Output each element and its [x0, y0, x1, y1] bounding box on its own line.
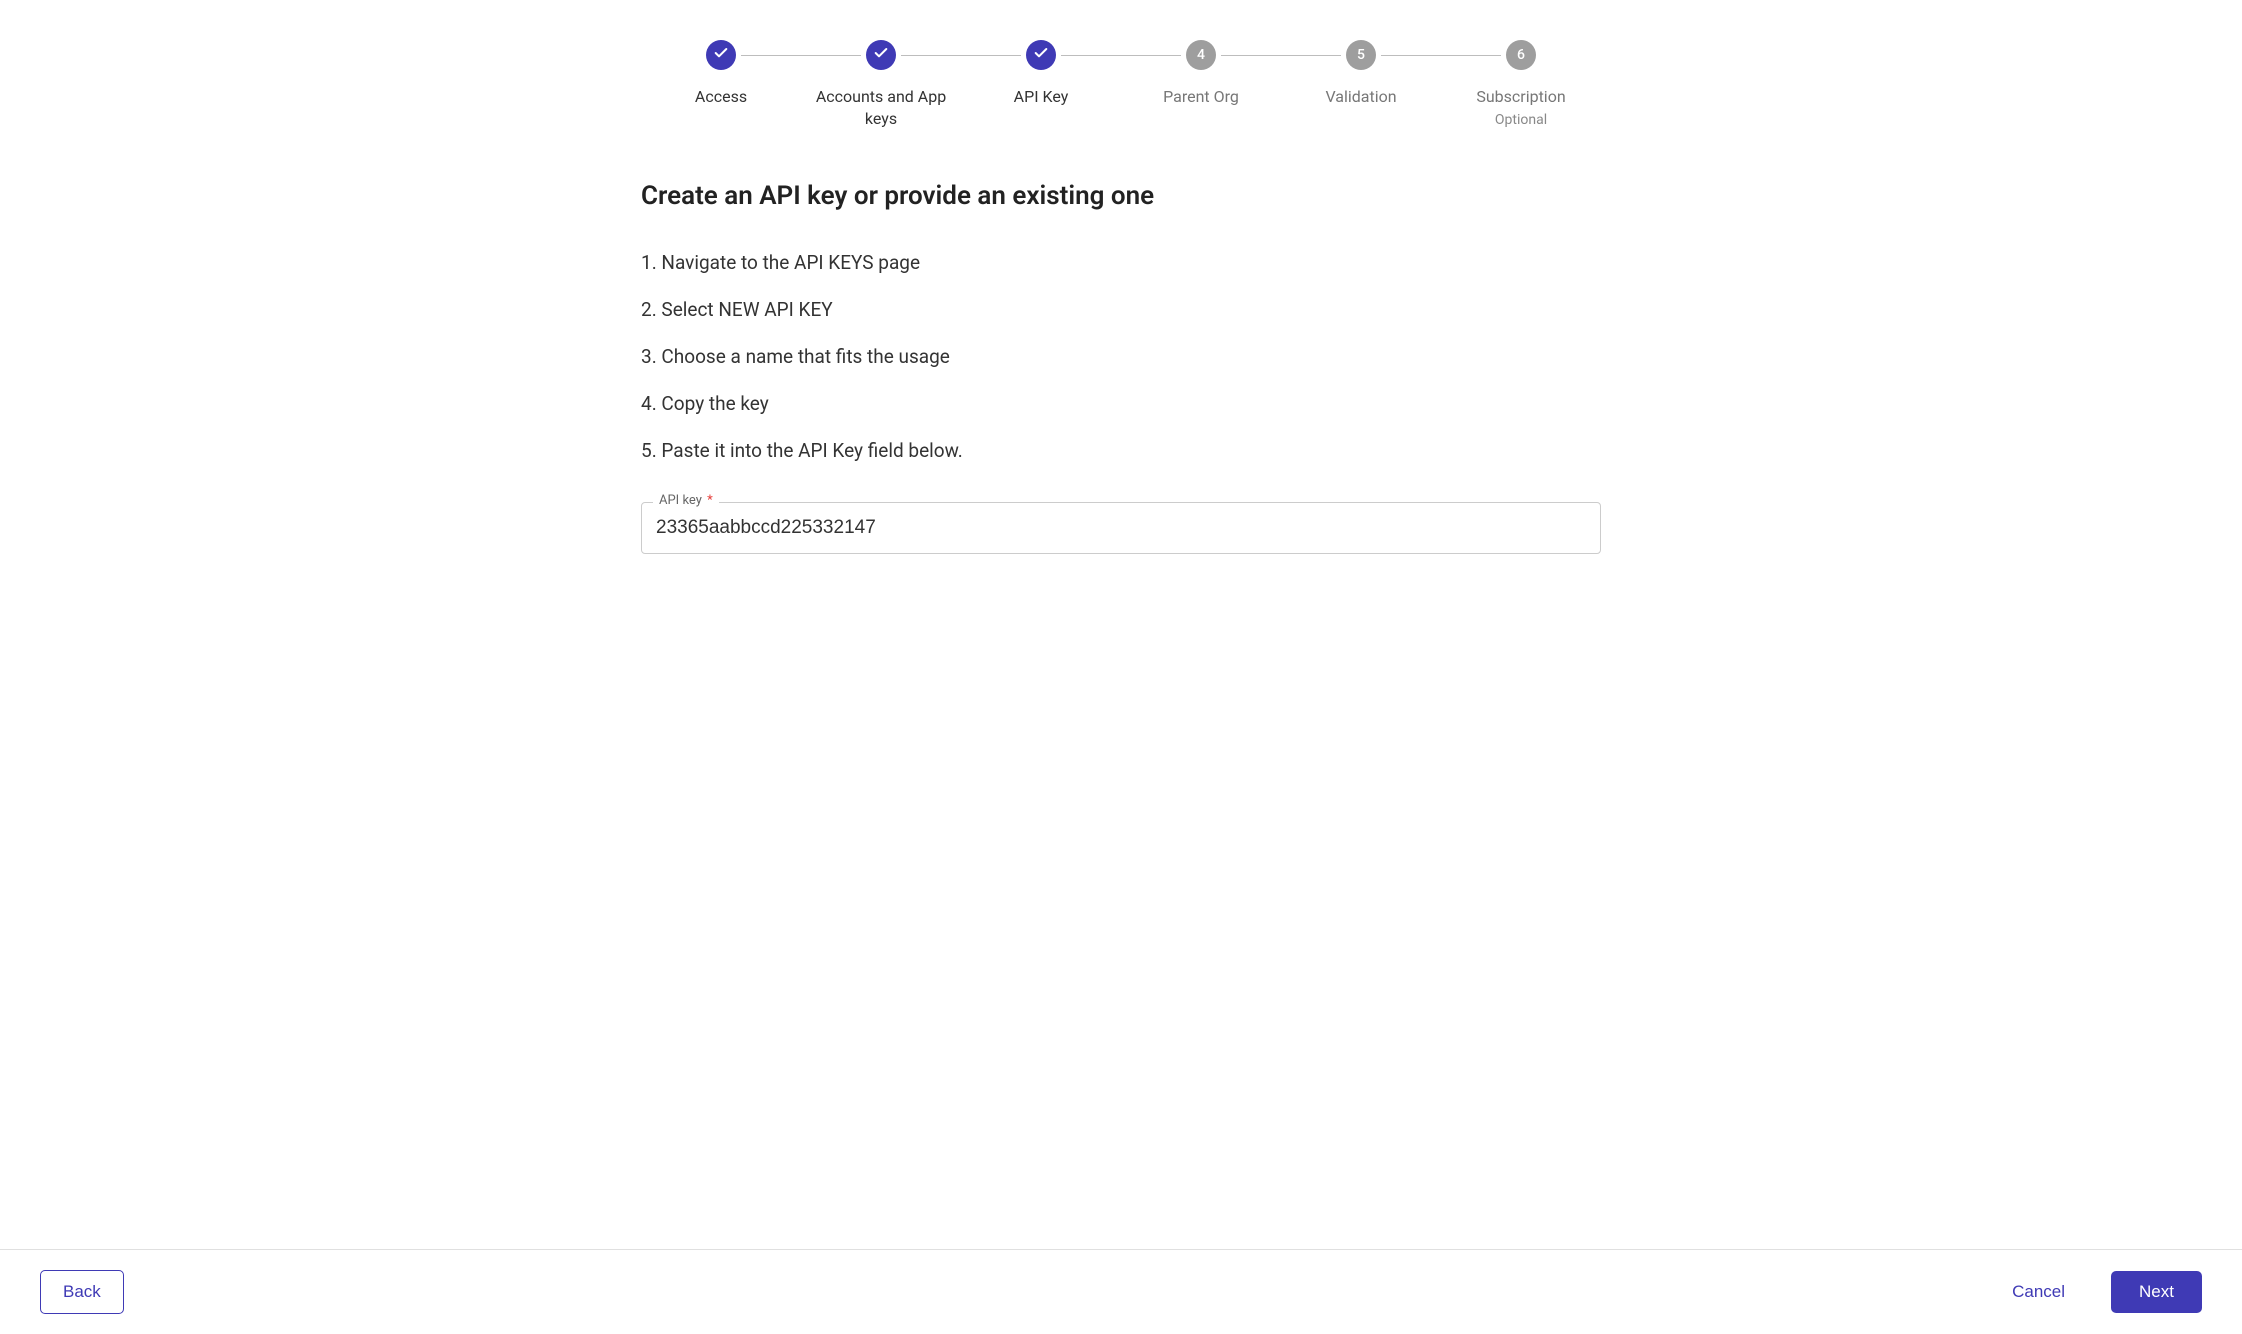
step-connector: [741, 55, 861, 56]
check-icon: [873, 45, 889, 65]
instruction-item: Select NEW API KEY: [641, 298, 1601, 321]
step-api-key[interactable]: API Key: [961, 40, 1121, 108]
step-access[interactable]: Access: [641, 40, 801, 108]
step-label-validation: Validation: [1325, 86, 1396, 108]
step-label-access: Access: [695, 86, 747, 108]
page-title: Create an API key or provide an existing…: [641, 181, 1601, 211]
step-connector: [901, 55, 1021, 56]
api-key-label-text: API key: [659, 493, 702, 508]
step-label-parent-org: Parent Org: [1163, 86, 1239, 108]
back-button[interactable]: Back: [40, 1270, 124, 1314]
step-accounts-app-keys[interactable]: Accounts and App keys: [801, 40, 961, 131]
stepper: Access Accounts and App keys API Key 4: [641, 40, 1601, 131]
step-label-accounts: Accounts and App keys: [801, 86, 961, 131]
step-parent-org[interactable]: 4 Parent Org: [1121, 40, 1281, 108]
step-circle-validation: 5: [1346, 40, 1376, 70]
required-marker: *: [707, 493, 713, 508]
instruction-item: Choose a name that fits the usage: [641, 345, 1601, 368]
step-subscription[interactable]: 6 Subscription Optional: [1441, 40, 1601, 128]
instruction-item: Navigate to the API KEYS page: [641, 251, 1601, 274]
step-circle-subscription: 6: [1506, 40, 1536, 70]
cancel-button[interactable]: Cancel: [1990, 1271, 2087, 1313]
check-icon: [1033, 45, 1049, 65]
step-label-api-key: API Key: [1014, 86, 1069, 108]
api-key-field-wrapper: API key *: [641, 502, 1601, 554]
check-icon: [713, 45, 729, 65]
step-label-subscription: Subscription: [1476, 86, 1565, 108]
wizard-main: Access Accounts and App keys API Key 4: [621, 0, 1621, 1249]
instruction-item: Paste it into the API Key field below.: [641, 439, 1601, 462]
wizard-footer: Back Cancel Next: [0, 1249, 2242, 1334]
step-connector: [1381, 55, 1501, 56]
instruction-item: Copy the key: [641, 392, 1601, 415]
step-circle-accounts: [866, 40, 896, 70]
step-circle-parent-org: 4: [1186, 40, 1216, 70]
step-circle-api-key: [1026, 40, 1056, 70]
step-circle-access: [706, 40, 736, 70]
step-connector: [1061, 55, 1181, 56]
next-button[interactable]: Next: [2111, 1271, 2202, 1313]
api-key-input[interactable]: [641, 502, 1601, 554]
api-key-label: API key *: [653, 493, 719, 508]
instructions-list: Navigate to the API KEYS page Select NEW…: [641, 251, 1601, 462]
step-sublabel-subscription: Optional: [1495, 112, 1547, 128]
step-validation[interactable]: 5 Validation: [1281, 40, 1441, 108]
footer-left: Back: [40, 1270, 124, 1314]
footer-right: Cancel Next: [1990, 1271, 2202, 1313]
step-connector: [1221, 55, 1341, 56]
